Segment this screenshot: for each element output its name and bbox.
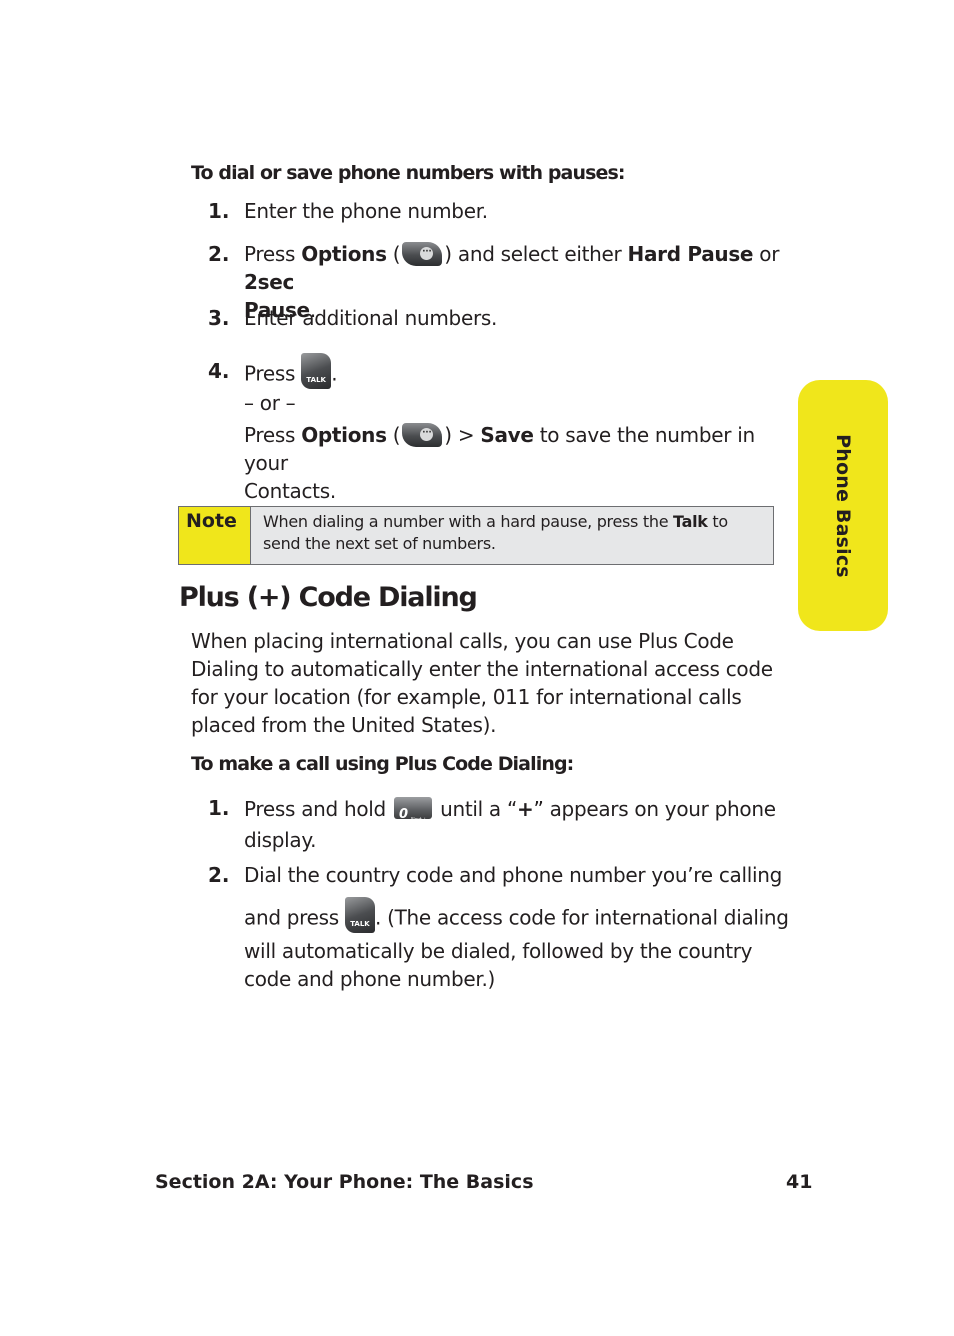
footer-section-title: Section 2A: Your Phone: The Basics [155, 1171, 534, 1193]
step-number: 4. [208, 359, 230, 383]
options-key-icon: ··· [402, 422, 443, 447]
subhead-dial-with-pauses: To dial or save phone numbers with pause… [191, 162, 626, 184]
step-number: 1. [208, 796, 230, 820]
talk-key-icon: TALK [344, 897, 375, 933]
step-number: 1. [208, 199, 230, 223]
note-box: Note When dialing a number with a hard p… [178, 506, 774, 565]
side-tab: Phone Basics [798, 380, 888, 631]
zero-key-icon: 0 Next + [394, 796, 433, 823]
step-number: 2. [208, 863, 230, 887]
options-label: Options [301, 242, 387, 266]
or-separator: – or – [244, 391, 296, 415]
step-number: 3. [208, 306, 230, 330]
step-text: Press and hold 0 Next + until a “+” appea… [244, 796, 776, 852]
step-text: Dial the country code and phone number y… [244, 863, 789, 991]
page-number: 41 [786, 1171, 813, 1193]
note-text: When dialing a number with a hard pause,… [263, 512, 728, 553]
subhead-plus-code: To make a call using Plus Code Dialing: [191, 753, 574, 775]
side-tab-label: Phone Basics [832, 434, 854, 578]
section-heading: Plus (+) Code Dialing [179, 582, 478, 613]
step-text: Press TALK. [244, 353, 789, 393]
intro-paragraph: When placing international calls, you ca… [191, 629, 773, 737]
note-label: Note [179, 507, 251, 564]
options-key-icon: ··· [402, 241, 443, 266]
step-number: 2. [208, 242, 230, 266]
step-text: Enter the phone number. [244, 199, 488, 223]
step-alt-text: Press Options (···) > Save to save the n… [244, 422, 755, 503]
talk-key-icon: TALK [301, 353, 332, 389]
step-text: Enter additional numbers. [244, 306, 498, 330]
